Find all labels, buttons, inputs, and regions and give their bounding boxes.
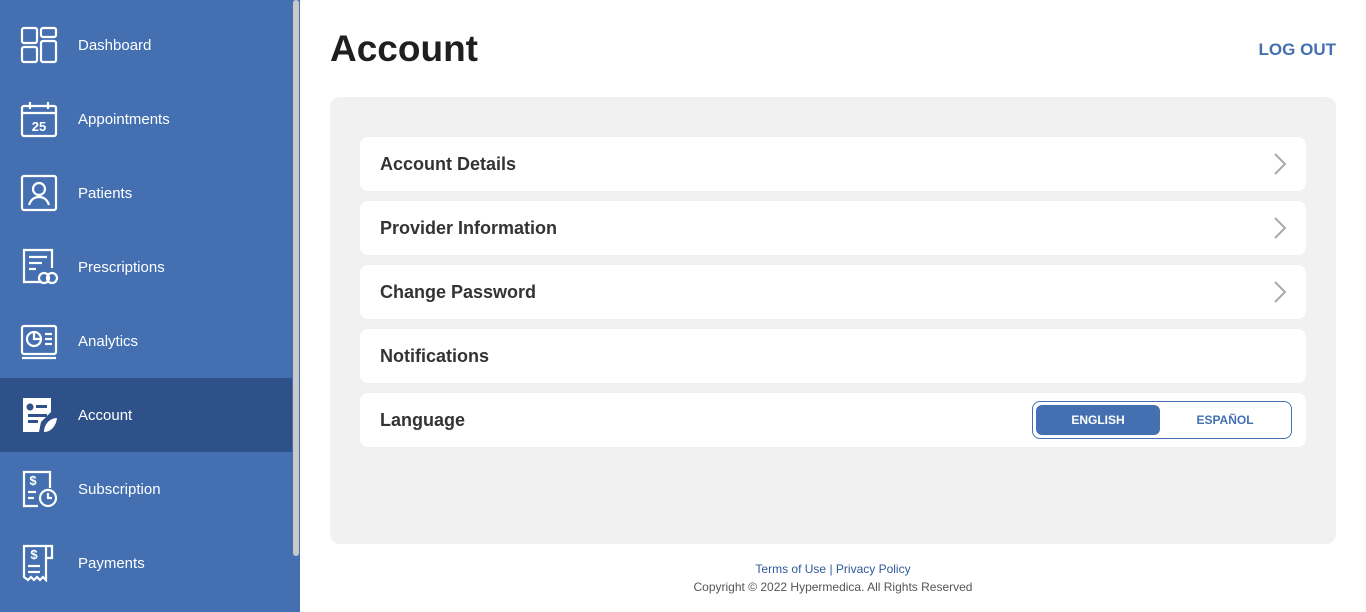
dashboard-icon [20,26,58,64]
sidebar-item-prescriptions[interactable]: Prescriptions [0,230,292,304]
sidebar-item-account[interactable]: Account [0,378,292,452]
patient-icon [20,174,58,212]
sidebar-item-label: Prescriptions [78,258,165,276]
provider-information-row[interactable]: Provider Information [360,201,1306,255]
svg-text:$: $ [29,473,37,488]
sidebar-item-subscription[interactable]: $ Subscription [0,452,292,526]
analytics-icon [20,322,58,360]
svg-text:$: $ [30,547,38,562]
account-panel: Account Details Provider Information Cha… [330,97,1336,544]
notifications-row[interactable]: Notifications [360,329,1306,383]
language-option-english[interactable]: ENGLISH [1036,405,1160,435]
sidebar-item-patients[interactable]: Patients [0,156,292,230]
sidebar-scroll-thumb[interactable] [293,0,299,556]
sidebar-item-analytics[interactable]: Analytics [0,304,292,378]
payments-icon: $ [20,544,58,582]
sidebar-item-label: Payments [78,554,145,572]
main-content: Account LOG OUT Account Details Provider… [300,0,1366,612]
terms-of-use-link[interactable]: Terms of Use [755,562,826,576]
logout-button[interactable]: LOG OUT [1259,40,1336,60]
row-label: Provider Information [380,217,558,238]
row-label: Language [380,409,466,430]
language-option-espanol[interactable]: ESPAÑOL [1163,405,1287,435]
calendar-icon: 25 [20,100,58,138]
sidebar: Dashboard 25 Appointments Patients Presc… [0,0,300,612]
footer-links: Terms of Use | Privacy Policy [300,562,1366,576]
account-icon [20,396,58,434]
sidebar-item-label: Account [78,406,133,424]
footer-separator: | [829,562,833,576]
sidebar-item-dashboard[interactable]: Dashboard [0,8,292,82]
change-password-row[interactable]: Change Password [360,265,1306,319]
chevron-right-icon [1274,153,1287,175]
calendar-icon-text: 25 [32,119,46,134]
sidebar-item-label: Patients [78,184,133,202]
privacy-policy-link[interactable]: Privacy Policy [836,562,911,576]
page-title: Account [330,28,478,69]
prescription-icon [20,248,58,286]
language-toggle: ENGLISH ESPAÑOL [1032,401,1292,439]
sidebar-item-label: Appointments [78,110,170,128]
sidebar-item-label: Subscription [78,480,161,498]
account-details-row[interactable]: Account Details [360,137,1306,191]
language-row: Language ENGLISH ESPAÑOL [360,393,1306,447]
subscription-icon: $ [20,470,58,508]
row-label: Notifications [380,345,490,366]
sidebar-item-payments[interactable]: $ Payments [0,526,292,600]
chevron-right-icon [1274,281,1287,303]
copyright-text: Copyright © 2022 Hypermedica. All Rights… [693,580,973,594]
sidebar-item-appointments[interactable]: 25 Appointments [0,82,292,156]
row-label: Change Password [380,281,537,302]
row-label: Account Details [380,153,517,174]
sidebar-item-label: Dashboard [78,36,152,54]
sidebar-item-label: Analytics [78,332,139,350]
chevron-right-icon [1274,217,1287,239]
